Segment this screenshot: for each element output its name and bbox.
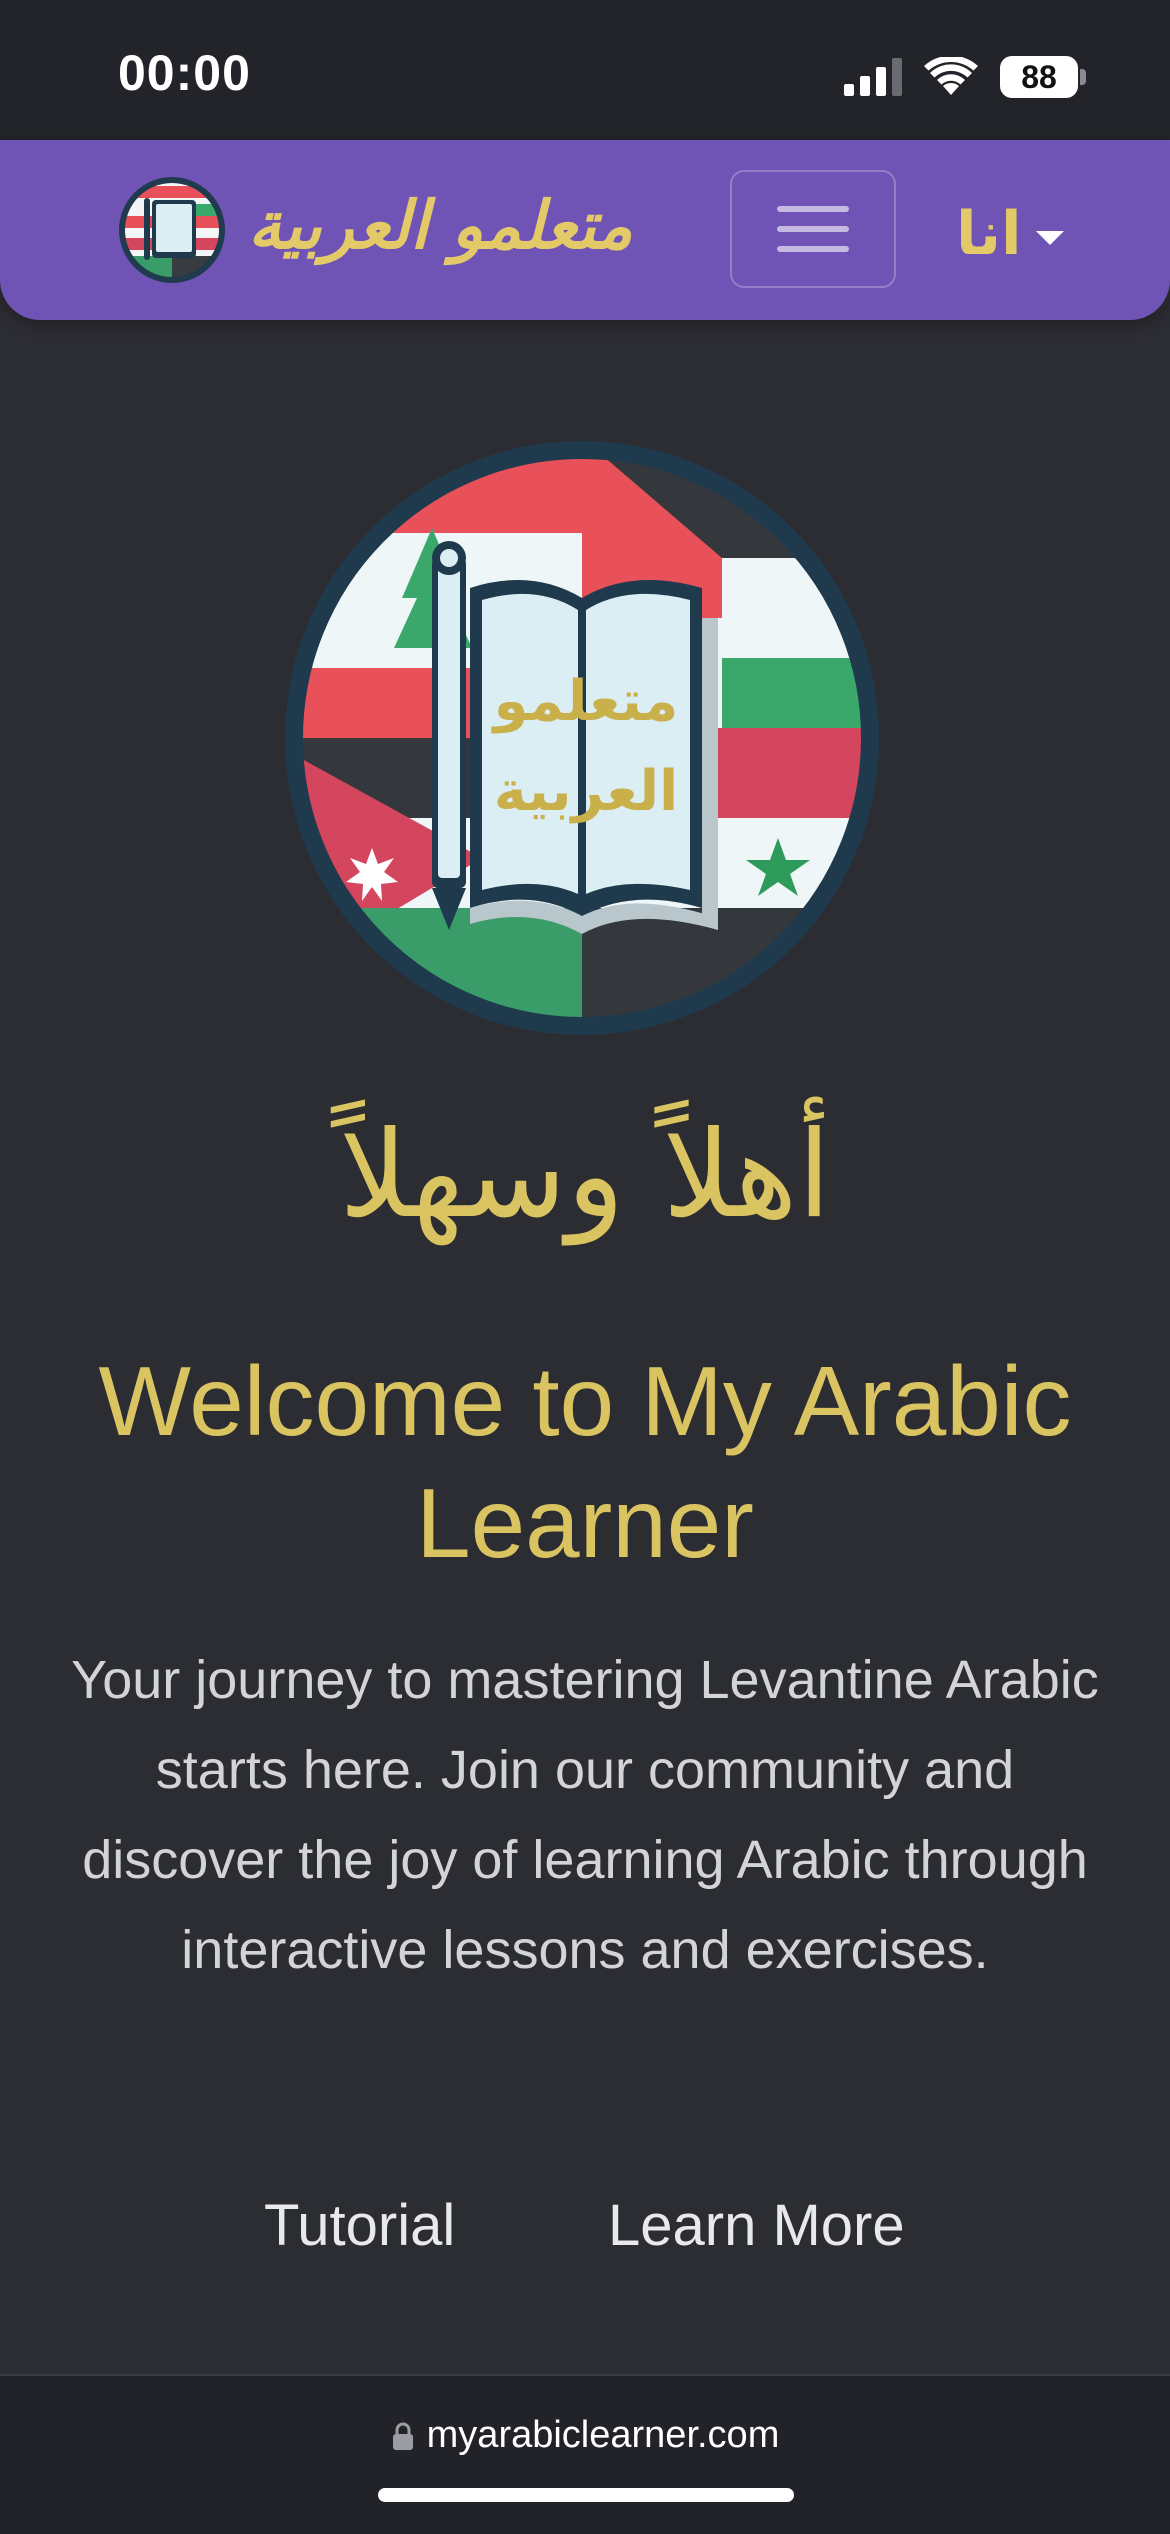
- battery-icon: 88: [1000, 56, 1086, 98]
- battery-level: 88: [1021, 58, 1057, 95]
- navbar: متعلمو العربية انا: [0, 140, 1170, 320]
- hero-logo-text-line2: العربية: [494, 759, 679, 824]
- lock-icon: [392, 2422, 413, 2450]
- learn-more-button[interactable]: Learn More: [608, 2192, 905, 2259]
- home-indicator[interactable]: [378, 2488, 794, 2502]
- language-label: انا: [956, 199, 1022, 269]
- signal-icon: [844, 58, 902, 96]
- caret-down-icon: [1035, 231, 1064, 245]
- status-bar: 00:00 88: [0, 0, 1170, 140]
- tutorial-button[interactable]: Tutorial: [264, 2192, 455, 2259]
- hamburger-line: [777, 226, 849, 232]
- url-row[interactable]: myarabiclearner.com: [0, 2414, 1170, 2457]
- hero-logo-text-line1: متعلمو: [491, 669, 679, 734]
- brand-text[interactable]: متعلمو العربية: [248, 186, 633, 264]
- url-text: myarabiclearner.com: [426, 2414, 780, 2456]
- language-dropdown[interactable]: انا: [956, 198, 1064, 270]
- wifi-icon: [924, 57, 978, 95]
- arabic-greeting: أهلاً وسهلاً: [339, 1106, 831, 1245]
- hamburger-line: [777, 206, 849, 212]
- battery-tip: [1080, 69, 1086, 85]
- brand-logo-icon[interactable]: [118, 176, 226, 284]
- welcome-title: Welcome to My Arabic Learner: [98, 1346, 1072, 1578]
- intro-text: Your journey to mastering Levantine Arab…: [71, 1650, 1099, 1980]
- hero-logo-icon: متعلمو العربية: [285, 441, 879, 1035]
- hamburger-line: [777, 246, 849, 252]
- battery-body: 88: [1000, 56, 1078, 98]
- browser-address-bar[interactable]: myarabiclearner.com: [0, 2374, 1170, 2534]
- status-icons: 88: [844, 52, 1086, 102]
- hamburger-menu-button[interactable]: [730, 170, 896, 288]
- status-time: 00:00: [118, 45, 251, 101]
- cta-row: Tutorial Learn More: [0, 2192, 1170, 2272]
